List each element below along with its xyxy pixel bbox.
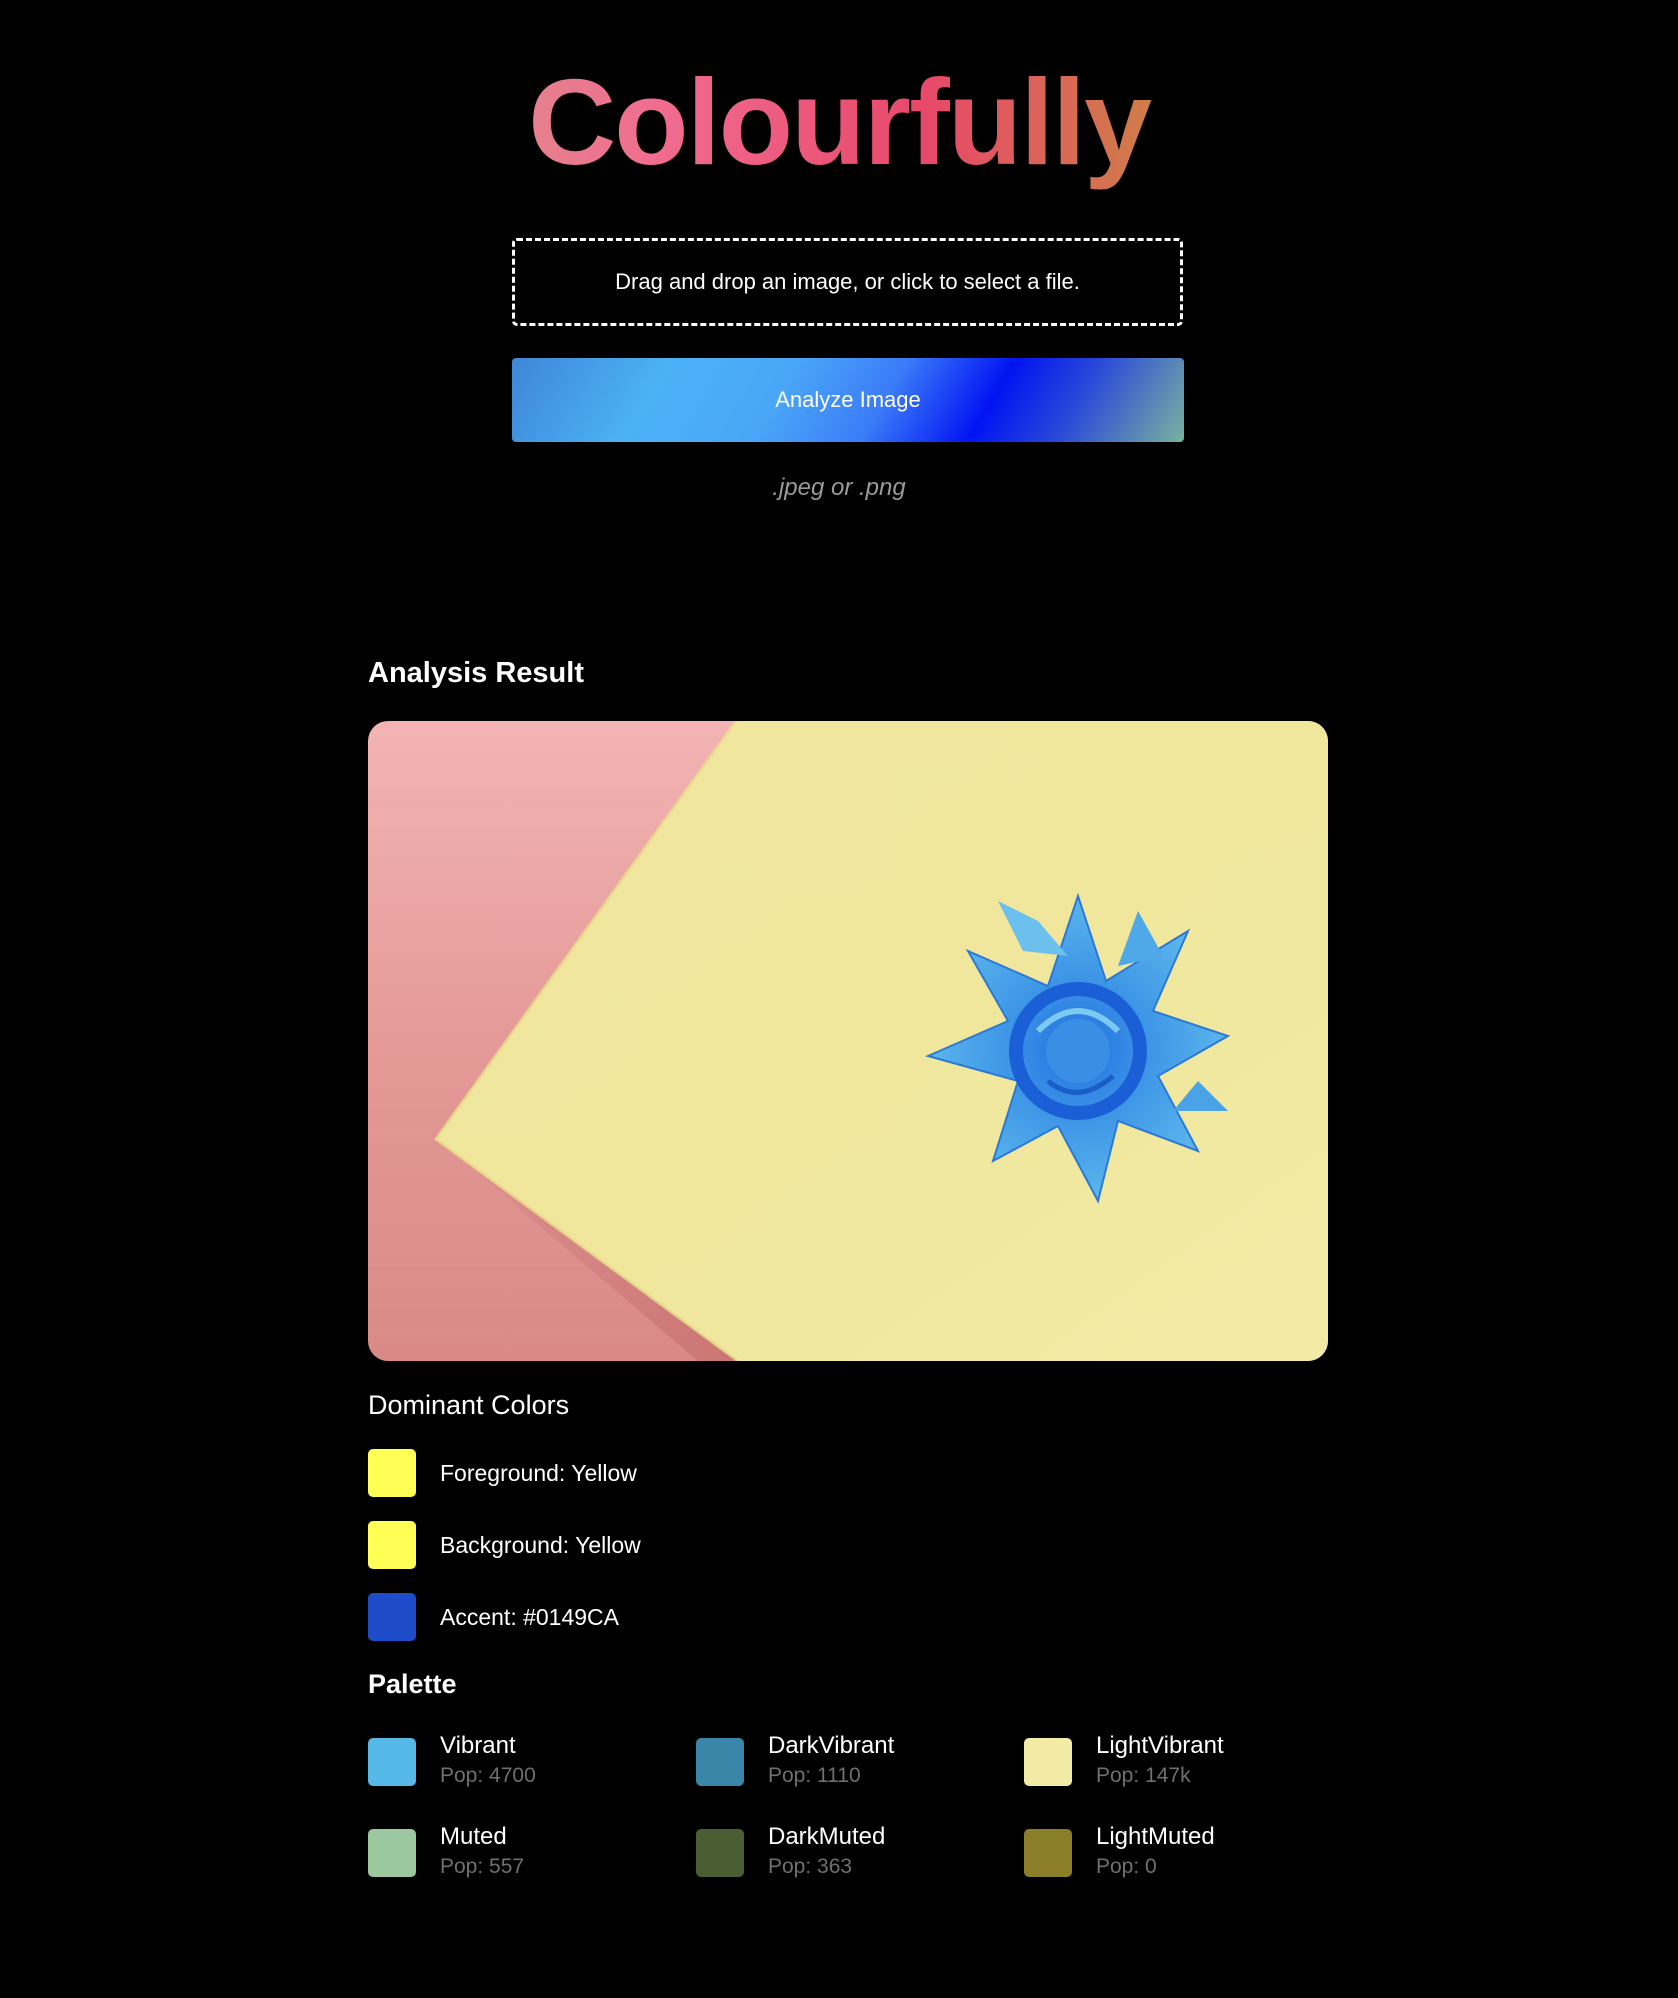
palette-population: Pop: 147k	[1096, 1764, 1191, 1787]
dominant-colors-heading: Dominant Colors	[368, 1390, 570, 1420]
color-swatch	[1024, 1829, 1072, 1877]
app-title: Colourfully	[0, 52, 1678, 192]
palette-item-muted: Muted Pop: 557	[368, 1822, 524, 1882]
palette-population: Pop: 0	[1096, 1855, 1157, 1878]
color-swatch	[696, 1829, 744, 1877]
palette-population: Pop: 1110	[768, 1764, 861, 1787]
color-swatch	[368, 1593, 416, 1641]
palette-item-darkvibrant: DarkVibrant Pop: 1110	[696, 1731, 894, 1791]
palette-population: Pop: 557	[440, 1855, 525, 1878]
palette-name: Vibrant	[440, 1732, 516, 1759]
palette-name: LightVibrant	[1096, 1732, 1224, 1759]
palette-name: DarkMuted	[768, 1823, 886, 1850]
palette-population: Pop: 363	[768, 1855, 853, 1878]
analyzed-image	[368, 721, 1328, 1361]
color-swatch	[696, 1738, 744, 1786]
color-swatch	[368, 1738, 416, 1786]
dominant-color-item: Foreground: Yellow	[368, 1449, 637, 1497]
color-swatch	[368, 1829, 416, 1877]
dominant-color-label: Foreground: Yellow	[440, 1459, 637, 1486]
color-swatch	[368, 1521, 416, 1569]
color-swatch	[1024, 1738, 1072, 1786]
image-dropzone[interactable]: Drag and drop an image, or click to sele…	[512, 238, 1183, 326]
analysis-result-heading: Analysis Result	[368, 657, 584, 689]
analyze-button-label: Analyze Image	[775, 387, 921, 412]
palette-item-darkmuted: DarkMuted Pop: 363	[696, 1822, 885, 1882]
analyze-image-button[interactable]: Analyze Image	[512, 358, 1184, 442]
palette-name: Muted	[440, 1823, 507, 1850]
palette-population: Pop: 4700	[440, 1764, 536, 1787]
palette-item-lightvibrant: LightVibrant Pop: 147k	[1024, 1731, 1224, 1791]
dominant-color-label: Accent: #0149CA	[440, 1603, 620, 1630]
dropzone-text: Drag and drop an image, or click to sele…	[615, 269, 1080, 294]
palette-heading: Palette	[368, 1669, 457, 1699]
color-swatch	[368, 1449, 416, 1497]
file-format-hint: .jpeg or .png	[772, 474, 906, 501]
palette-item-lightmuted: LightMuted Pop: 0	[1024, 1822, 1215, 1882]
dominant-color-item: Background: Yellow	[368, 1521, 641, 1569]
palette-name: LightMuted	[1096, 1823, 1215, 1850]
dominant-color-item: Accent: #0149CA	[368, 1593, 619, 1641]
palette-name: DarkVibrant	[768, 1732, 895, 1759]
palette-item-vibrant: Vibrant Pop: 4700	[368, 1731, 536, 1791]
gift-bow-photo	[368, 721, 1328, 1361]
dominant-color-label: Background: Yellow	[440, 1531, 641, 1558]
